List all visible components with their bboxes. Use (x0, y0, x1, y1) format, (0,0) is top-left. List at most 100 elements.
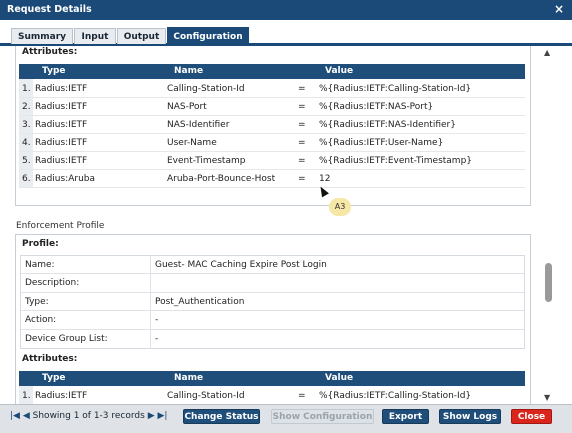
column-divider (150, 274, 151, 292)
row-number: 1. (22, 84, 31, 94)
table-row[interactable]: 2. Radius:IETF NAS-Port = %{Radius:IETF:… (19, 98, 525, 116)
attribute-value: 12 (319, 174, 331, 184)
row-number: 5. (22, 156, 31, 166)
attribute-operator: = (298, 84, 306, 94)
tab-summary[interactable]: Summary (11, 28, 73, 44)
profile-heading: Profile: (22, 239, 59, 249)
tab-output[interactable]: Output (117, 28, 166, 44)
attribute-operator: = (298, 391, 306, 401)
row-number: 2. (22, 102, 31, 112)
table-row[interactable]: 6. Radius:Aruba Aruba-Port-Bounce-Host =… (19, 170, 525, 188)
field-label: Name: (25, 260, 55, 270)
row-number: 3. (22, 120, 31, 130)
close-button[interactable]: Close (511, 409, 552, 424)
column-header-name: Name (174, 66, 204, 76)
attribute-operator: = (298, 120, 306, 130)
table-row[interactable]: 3. Radius:IETF NAS-Identifier = %{Radius… (19, 116, 525, 134)
profile-row-action: Action: - (21, 311, 524, 330)
attribute-value: %{Radius:IETF:Calling-Station-Id} (319, 84, 472, 94)
field-label: Device Group List: (25, 333, 108, 344)
tab-input[interactable]: Input (74, 28, 116, 44)
next-page-icon[interactable]: ▶ (148, 411, 155, 421)
column-header-type: Type (42, 373, 66, 383)
column-divider (150, 311, 151, 329)
attribute-name: Aruba-Port-Bounce-Host (167, 174, 276, 184)
column-divider (150, 292, 151, 311)
dialog-titlebar: Request Details × (0, 0, 572, 20)
profile-table: Name: Guest- MAC Caching Expire Post Log… (20, 255, 525, 349)
attribute-value: %{Radius:IETF:NAS-Port} (319, 102, 434, 112)
pagination-status: Showing 1 of 1-3 records (32, 411, 145, 421)
column-header-value: Value (325, 66, 354, 76)
attribute-value: %{Radius:IETF:Event-Timestamp} (319, 156, 473, 166)
attribute-name: Calling-Station-Id (167, 84, 245, 94)
attribute-value: %{Radius:IETF:NAS-Identifier} (319, 120, 456, 130)
enforcement-profile-label: Enforcement Profile (16, 221, 105, 231)
scrollbar-thumb[interactable] (545, 263, 552, 302)
dialog-footer: |◀ ◀ Showing 1 of 1-3 records ▶ ▶| Chang… (0, 404, 572, 433)
column-header-value: Value (325, 373, 354, 383)
dialog-title: Request Details (7, 4, 92, 15)
first-page-icon[interactable]: |◀ (10, 411, 20, 421)
field-value: Post_Authentication (155, 296, 245, 307)
scroll-down-icon[interactable]: ▼ (544, 393, 550, 402)
field-label: Description: (25, 278, 80, 289)
vertical-scrollbar[interactable]: ▲ ▼ (542, 46, 556, 404)
table-header: Type Name Value (19, 371, 525, 386)
attribute-type: Radius:IETF (35, 84, 88, 94)
field-label: Type: (25, 296, 49, 307)
table-row[interactable]: 5. Radius:IETF Event-Timestamp = %{Radiu… (19, 152, 525, 170)
pagination: |◀ ◀ Showing 1 of 1-3 records ▶ ▶| (10, 411, 167, 421)
attributes-table: Type Name Value 1. Radius:IETF Calling-S… (19, 64, 525, 188)
last-page-icon[interactable]: ▶| (158, 411, 168, 421)
content-pane: Attributes: Type Name Value 1. Radius:IE… (0, 46, 540, 404)
previous-page-icon[interactable]: ◀ (23, 411, 30, 421)
scroll-up-icon[interactable]: ▲ (544, 48, 550, 57)
table-row[interactable]: 1. Radius:IETF Calling-Station-Id = %{Ra… (19, 387, 525, 404)
attribute-name: NAS-Port (167, 102, 207, 112)
attribute-name: Event-Timestamp (167, 156, 246, 166)
profile-attributes-heading: Attributes: (22, 354, 78, 364)
row-number: 4. (22, 138, 31, 148)
profile-attributes-table: Type Name Value 1. Radius:IETF Calling-S… (19, 371, 525, 404)
close-icon[interactable]: × (554, 2, 564, 16)
attribute-value: %{Radius:IETF:User-Name} (319, 138, 444, 148)
attribute-type: Radius:IETF (35, 120, 88, 130)
tab-bar: Summary Input Output Configuration (0, 27, 572, 46)
cursor-badge: A3 (329, 198, 351, 216)
attribute-type: Radius:Aruba (35, 174, 95, 184)
show-logs-button[interactable]: Show Logs (439, 409, 501, 424)
table-row[interactable]: 1. Radius:IETF Calling-Station-Id = %{Ra… (19, 80, 525, 98)
profile-row-device-group-list: Device Group List: - (21, 329, 524, 348)
show-configuration-button[interactable]: Show Configuration (271, 409, 374, 424)
row-number: 6. (22, 174, 31, 184)
tab-configuration[interactable]: Configuration (167, 27, 249, 45)
field-label: Action: (25, 315, 57, 326)
profile-row-description: Description: (21, 274, 524, 293)
attribute-name: NAS-Identifier (167, 120, 230, 130)
attribute-value: %{Radius:IETF:Calling-Station-Id} (319, 391, 472, 401)
profile-row-type: Type: Post_Authentication (21, 292, 524, 312)
row-number: 1. (22, 391, 31, 401)
table-row[interactable]: 4. Radius:IETF User-Name = %{Radius:IETF… (19, 134, 525, 152)
change-status-button[interactable]: Change Status (183, 409, 260, 424)
profile-row-name: Name: Guest- MAC Caching Expire Post Log… (21, 256, 524, 275)
attribute-type: Radius:IETF (35, 391, 88, 401)
column-header-type: Type (42, 66, 66, 76)
field-value: Guest- MAC Caching Expire Post Login (155, 260, 327, 270)
export-button[interactable]: Export (382, 409, 429, 424)
attribute-type: Radius:IETF (35, 102, 88, 112)
attribute-operator: = (298, 174, 306, 184)
field-value: - (155, 315, 159, 326)
attribute-operator: = (298, 156, 306, 166)
column-divider (150, 329, 151, 348)
column-header-name: Name (174, 373, 204, 383)
attributes-heading: Attributes: (22, 47, 78, 57)
attribute-type: Radius:IETF (35, 156, 88, 166)
attribute-name: User-Name (167, 138, 217, 148)
attribute-operator: = (298, 102, 306, 112)
field-value: - (155, 333, 159, 344)
attribute-operator: = (298, 138, 306, 148)
column-divider (150, 256, 151, 274)
table-header: Type Name Value (19, 64, 525, 79)
